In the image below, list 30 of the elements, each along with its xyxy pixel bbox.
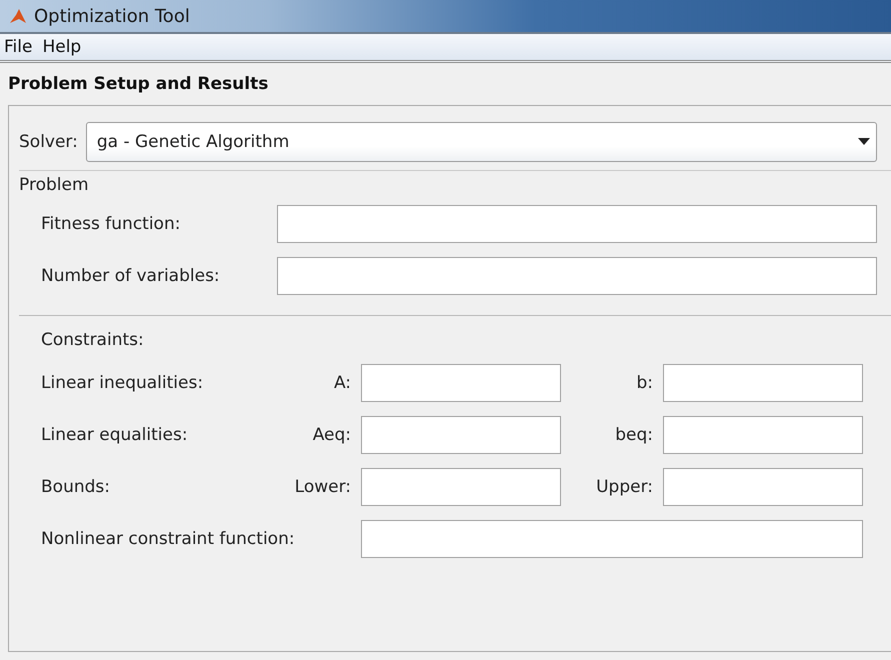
group-title: Constraints: (41, 330, 145, 350)
field-label: beq: (615, 425, 653, 445)
field-label: Solver: (19, 132, 78, 152)
input-field[interactable] (277, 205, 877, 243)
input-field[interactable] (663, 468, 863, 506)
menu-item[interactable]: Help (42, 37, 82, 57)
field-label: Nonlinear constraint function: (41, 529, 296, 549)
input-field[interactable] (663, 416, 863, 454)
caret-icon (858, 138, 870, 146)
section-title: Problem Setup and Results (8, 74, 268, 94)
field-label: Aeq: (312, 425, 351, 445)
input-field[interactable] (361, 364, 561, 402)
field-label: Fitness function: (41, 214, 182, 234)
field-label: b: (636, 373, 653, 393)
input-field[interactable] (361, 416, 561, 454)
field-label: Number of variables: (41, 266, 221, 286)
field-label: Upper: (596, 477, 653, 497)
field-label: Lower: (294, 477, 351, 497)
menu-item[interactable]: File (4, 37, 32, 57)
input-field[interactable] (663, 364, 863, 402)
group-title: Problem (19, 175, 90, 195)
field-label: A: (334, 373, 351, 393)
window-title: Optimization Tool (34, 6, 190, 26)
input-field[interactable] (361, 468, 561, 506)
field-label: Linear inequalities: (41, 373, 204, 393)
field-label: Linear equalities: (41, 425, 188, 445)
field-label: Bounds: (41, 477, 110, 497)
input-field[interactable] (361, 520, 863, 558)
input-field[interactable] (277, 257, 877, 295)
solver-dropdown[interactable]: ga - Genetic Algorithm (86, 122, 877, 162)
